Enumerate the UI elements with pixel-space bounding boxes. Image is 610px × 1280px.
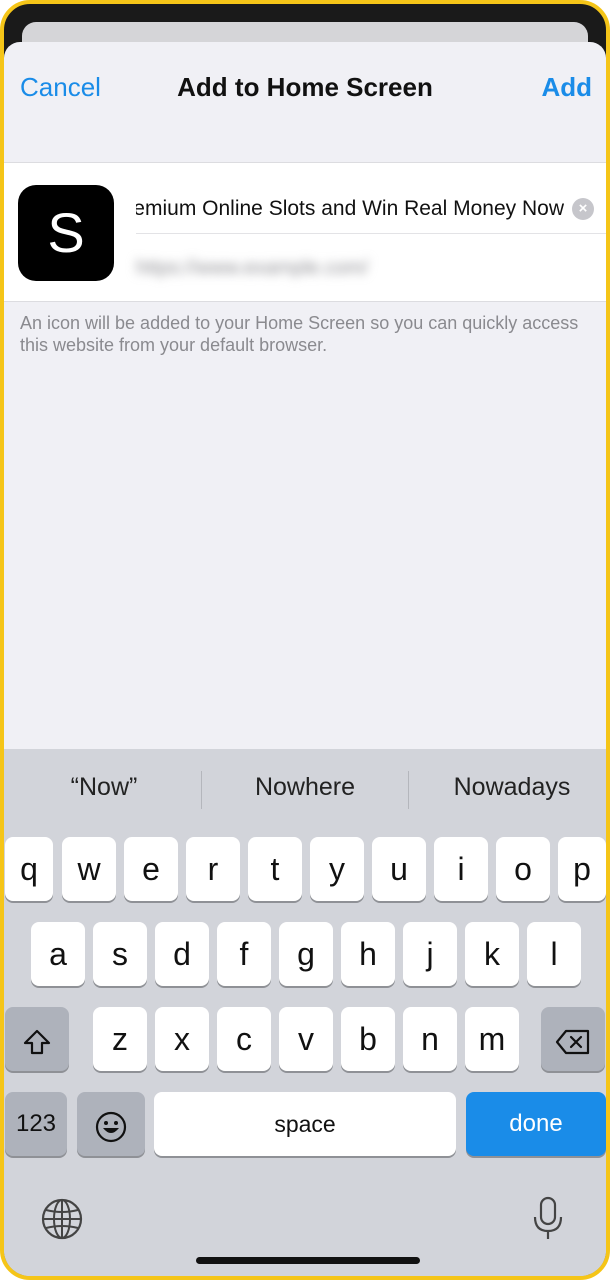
hint-text: An icon will be added to your Home Scree… xyxy=(20,313,579,355)
key-v[interactable]: v xyxy=(279,1007,333,1071)
key-o[interactable]: o xyxy=(496,837,550,901)
key-k[interactable]: k xyxy=(465,922,519,986)
key-a[interactable]: a xyxy=(31,922,85,986)
shortcut-name-text: Play Premium Online Slots and Win Real M… xyxy=(136,197,564,220)
emoji-key[interactable] xyxy=(77,1092,145,1156)
url-field: https://www.example.com/ xyxy=(136,257,369,279)
shortcut-name-field[interactable]: Play Premium Online Slots and Win Real M… xyxy=(136,185,564,233)
backspace-key[interactable] xyxy=(541,1007,605,1071)
suggestion-divider xyxy=(201,771,202,809)
shortcut-card: S Play Premium Online Slots and Win Real… xyxy=(4,162,606,302)
key-w[interactable]: w xyxy=(62,837,116,901)
field-divider xyxy=(136,233,606,234)
key-d[interactable]: d xyxy=(155,922,209,986)
key-l[interactable]: l xyxy=(527,922,581,986)
key-u[interactable]: u xyxy=(372,837,426,901)
suggestion-3[interactable]: Nowadays xyxy=(412,773,606,802)
key-e[interactable]: e xyxy=(124,837,178,901)
key-x[interactable]: x xyxy=(155,1007,209,1071)
done-key[interactable]: done xyxy=(466,1092,606,1156)
device-frame: Cancel Add to Home Screen Add S Play Pre… xyxy=(0,0,610,1280)
backspace-icon xyxy=(555,1021,591,1057)
key-g[interactable]: g xyxy=(279,922,333,986)
emoji-icon xyxy=(94,1106,128,1142)
suggestion-divider xyxy=(408,771,409,809)
shift-key[interactable] xyxy=(5,1007,69,1071)
suggestion-2[interactable]: Nowhere xyxy=(205,773,405,802)
nav-bar: Cancel Add to Home Screen Add xyxy=(4,42,606,142)
keyboard: “Now” Nowhere Nowadays q w e r t y u i o… xyxy=(4,749,606,1276)
key-m[interactable]: m xyxy=(465,1007,519,1071)
key-r[interactable]: r xyxy=(186,837,240,901)
suggestion-bar: “Now” Nowhere Nowadays xyxy=(4,749,606,829)
key-b[interactable]: b xyxy=(341,1007,395,1071)
home-indicator xyxy=(196,1257,420,1264)
page-title: Add to Home Screen xyxy=(177,72,433,102)
key-p[interactable]: p xyxy=(558,837,606,901)
shift-icon xyxy=(22,1021,52,1057)
key-i[interactable]: i xyxy=(434,837,488,901)
key-h[interactable]: h xyxy=(341,922,395,986)
key-t[interactable]: t xyxy=(248,837,302,901)
key-q[interactable]: q xyxy=(5,837,53,901)
microphone-icon[interactable] xyxy=(530,1195,566,1248)
clear-icon[interactable]: × xyxy=(572,198,594,220)
key-y[interactable]: y xyxy=(310,837,364,901)
add-button[interactable]: Add xyxy=(541,72,592,103)
key-z[interactable]: z xyxy=(93,1007,147,1071)
key-j[interactable]: j xyxy=(403,922,457,986)
key-s[interactable]: s xyxy=(93,922,147,986)
key-n[interactable]: n xyxy=(403,1007,457,1071)
globe-icon[interactable] xyxy=(40,1197,84,1246)
app-icon-preview: S xyxy=(18,185,114,281)
numbers-key[interactable]: 123 xyxy=(5,1092,67,1156)
key-f[interactable]: f xyxy=(217,922,271,986)
suggestion-1[interactable]: “Now” xyxy=(4,773,204,802)
key-c[interactable]: c xyxy=(217,1007,271,1071)
space-key[interactable]: space xyxy=(154,1092,456,1156)
